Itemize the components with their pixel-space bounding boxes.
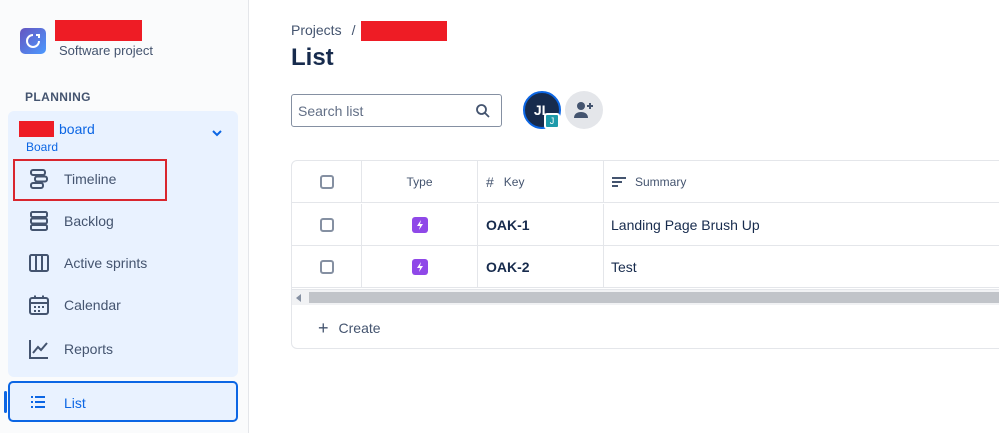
search-icon[interactable] — [475, 103, 491, 119]
columns-icon — [29, 254, 49, 272]
sidebar-item-backlog[interactable]: Backlog — [8, 201, 238, 241]
scrollbar-thumb[interactable] — [309, 292, 999, 303]
row-select-cell — [292, 204, 362, 246]
redacted-project-name — [55, 20, 142, 41]
redacted-board-name — [19, 121, 54, 137]
board-title[interactable]: board — [59, 121, 95, 137]
summary-cell[interactable]: Landing Page Brush Up — [604, 204, 999, 246]
key-cell: OAK-2 — [478, 246, 604, 288]
create-issue-button[interactable]: + Create — [292, 306, 999, 348]
calendar-icon — [29, 295, 49, 315]
sidebar-item-timeline[interactable]: Timeline — [8, 159, 238, 199]
select-all-checkbox[interactable] — [319, 175, 334, 189]
issue-summary: Test — [611, 259, 637, 275]
list-icon — [31, 396, 45, 408]
type-cell — [362, 204, 478, 246]
select-all-cell — [292, 161, 362, 203]
breadcrumb-projects-link[interactable]: Projects — [291, 22, 342, 38]
board-subtitle: Board — [26, 140, 59, 154]
text-lines-icon — [612, 177, 626, 187]
plus-icon: + — [318, 317, 329, 338]
chart-line-icon — [29, 340, 48, 359]
sidebar-item-list[interactable]: List — [4, 381, 238, 422]
timeline-icon — [30, 169, 48, 189]
breadcrumb-separator: / — [351, 22, 356, 38]
redacted-breadcrumb-project[interactable] — [361, 21, 447, 41]
hash-icon: # — [486, 174, 494, 190]
table-header-row: Type # Key Summary — [292, 161, 999, 203]
sidebar-item-calendar[interactable]: Calendar — [8, 285, 238, 325]
row-checkbox[interactable] — [319, 260, 334, 274]
page-title: List — [291, 44, 334, 71]
backlog-icon — [30, 211, 48, 231]
add-person-icon — [574, 102, 593, 118]
sidebar-item-label: List — [64, 395, 86, 411]
summary-header-label: Summary — [635, 175, 687, 189]
key-header-label: Key — [503, 175, 525, 189]
project-header[interactable]: Software project — [20, 20, 240, 64]
sidebar-item-label: Calendar — [64, 297, 121, 313]
chevron-down-icon[interactable] — [209, 125, 225, 141]
sidebar-item-active-sprints[interactable]: Active sprints — [8, 243, 238, 283]
sidebar-item-reports[interactable]: Reports — [8, 329, 238, 369]
row-select-cell — [292, 246, 362, 288]
sidebar: Software project PLANNING board Board Ti… — [0, 0, 249, 433]
project-type-label: Software project — [59, 43, 153, 58]
horizontal-scrollbar[interactable] — [292, 289, 999, 305]
avatar-badge: J — [544, 113, 560, 129]
board-group: board Board Timeline Backlog Active spri… — [8, 111, 238, 377]
issue-summary: Landing Page Brush Up — [611, 217, 760, 233]
lightning-icon — [416, 220, 423, 230]
type-header[interactable]: Type — [362, 161, 478, 203]
app-root: Software project PLANNING board Board Ti… — [0, 0, 999, 433]
key-cell: OAK-1 — [478, 204, 604, 246]
table-row[interactable]: OAK-2 Test — [292, 246, 999, 288]
sidebar-item-label: Timeline — [64, 171, 117, 187]
key-header[interactable]: # Key — [478, 161, 604, 203]
issues-table: Type # Key Summary OAK-1 Landing Page Br… — [291, 160, 999, 349]
row-checkbox[interactable] — [319, 218, 334, 232]
breadcrumb: Projects / — [291, 22, 355, 38]
project-logo — [20, 28, 46, 54]
add-people-button[interactable] — [565, 91, 603, 129]
planning-section-label: PLANNING — [25, 90, 91, 104]
summary-cell[interactable]: Test — [604, 246, 999, 288]
sidebar-item-label: Reports — [64, 341, 114, 357]
sidebar-item-label: Backlog — [64, 213, 114, 229]
main-content: Projects / List JL J — [250, 0, 999, 433]
project-logo-icon — [26, 34, 40, 48]
create-label: Create — [338, 320, 381, 336]
selected-indicator — [4, 391, 7, 413]
sidebar-item-label: Active sprints — [64, 255, 148, 271]
search-input[interactable] — [298, 101, 468, 121]
epic-icon[interactable] — [411, 259, 428, 275]
scroll-left-arrow-icon[interactable] — [296, 294, 301, 302]
search-field[interactable] — [291, 94, 502, 127]
lightning-icon — [416, 262, 423, 272]
epic-icon[interactable] — [411, 217, 428, 233]
table-row[interactable]: OAK-1 Landing Page Brush Up — [292, 204, 999, 246]
type-cell — [362, 246, 478, 288]
issue-key-link[interactable]: OAK-1 — [486, 217, 530, 233]
issue-key-link[interactable]: OAK-2 — [486, 259, 530, 275]
type-header-label: Type — [406, 175, 433, 189]
summary-header[interactable]: Summary — [604, 161, 999, 203]
